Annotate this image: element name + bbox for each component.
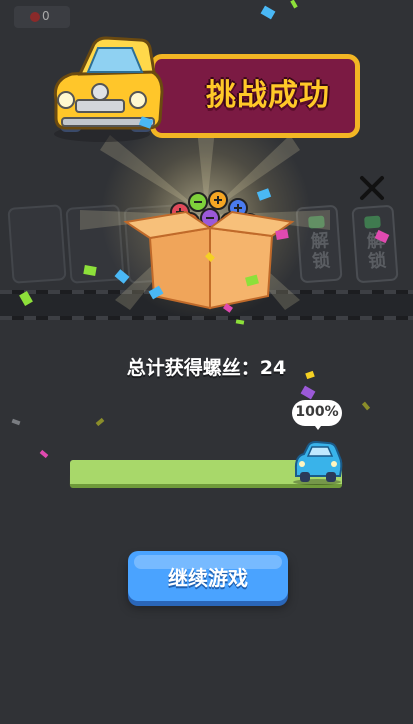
confetti-piece (95, 417, 105, 427)
coin-counter: 0 (14, 6, 70, 28)
confetti-piece (83, 265, 97, 276)
confetti-piece (290, 0, 298, 9)
confetti-piece (260, 5, 276, 20)
blue-car-icon (293, 440, 343, 485)
coin-count: 0 (42, 9, 50, 23)
confetti-piece (361, 401, 371, 411)
continue-game-label: 继续游戏 (168, 566, 248, 590)
confetti-piece (11, 418, 21, 426)
confetti-piece (39, 449, 49, 459)
confetti-piece (300, 385, 316, 400)
close-icon[interactable] (358, 174, 386, 202)
continue-game-button[interactable]: 继续游戏 (128, 551, 288, 601)
progress-bar (69, 440, 343, 490)
banner-title: 挑战成功 (206, 78, 330, 113)
yellow-car-mascot (53, 36, 164, 142)
percent-label: 100% (295, 404, 339, 420)
percent-bubble: 100% (292, 400, 346, 430)
game-screen: 0 解锁 解锁 挑战成功 总计获得螺丝：24 100% 继续游戏 (0, 0, 413, 724)
screw-coin-icon (30, 12, 40, 22)
total-screws-text: 总计获得螺丝：24 (126, 357, 287, 379)
